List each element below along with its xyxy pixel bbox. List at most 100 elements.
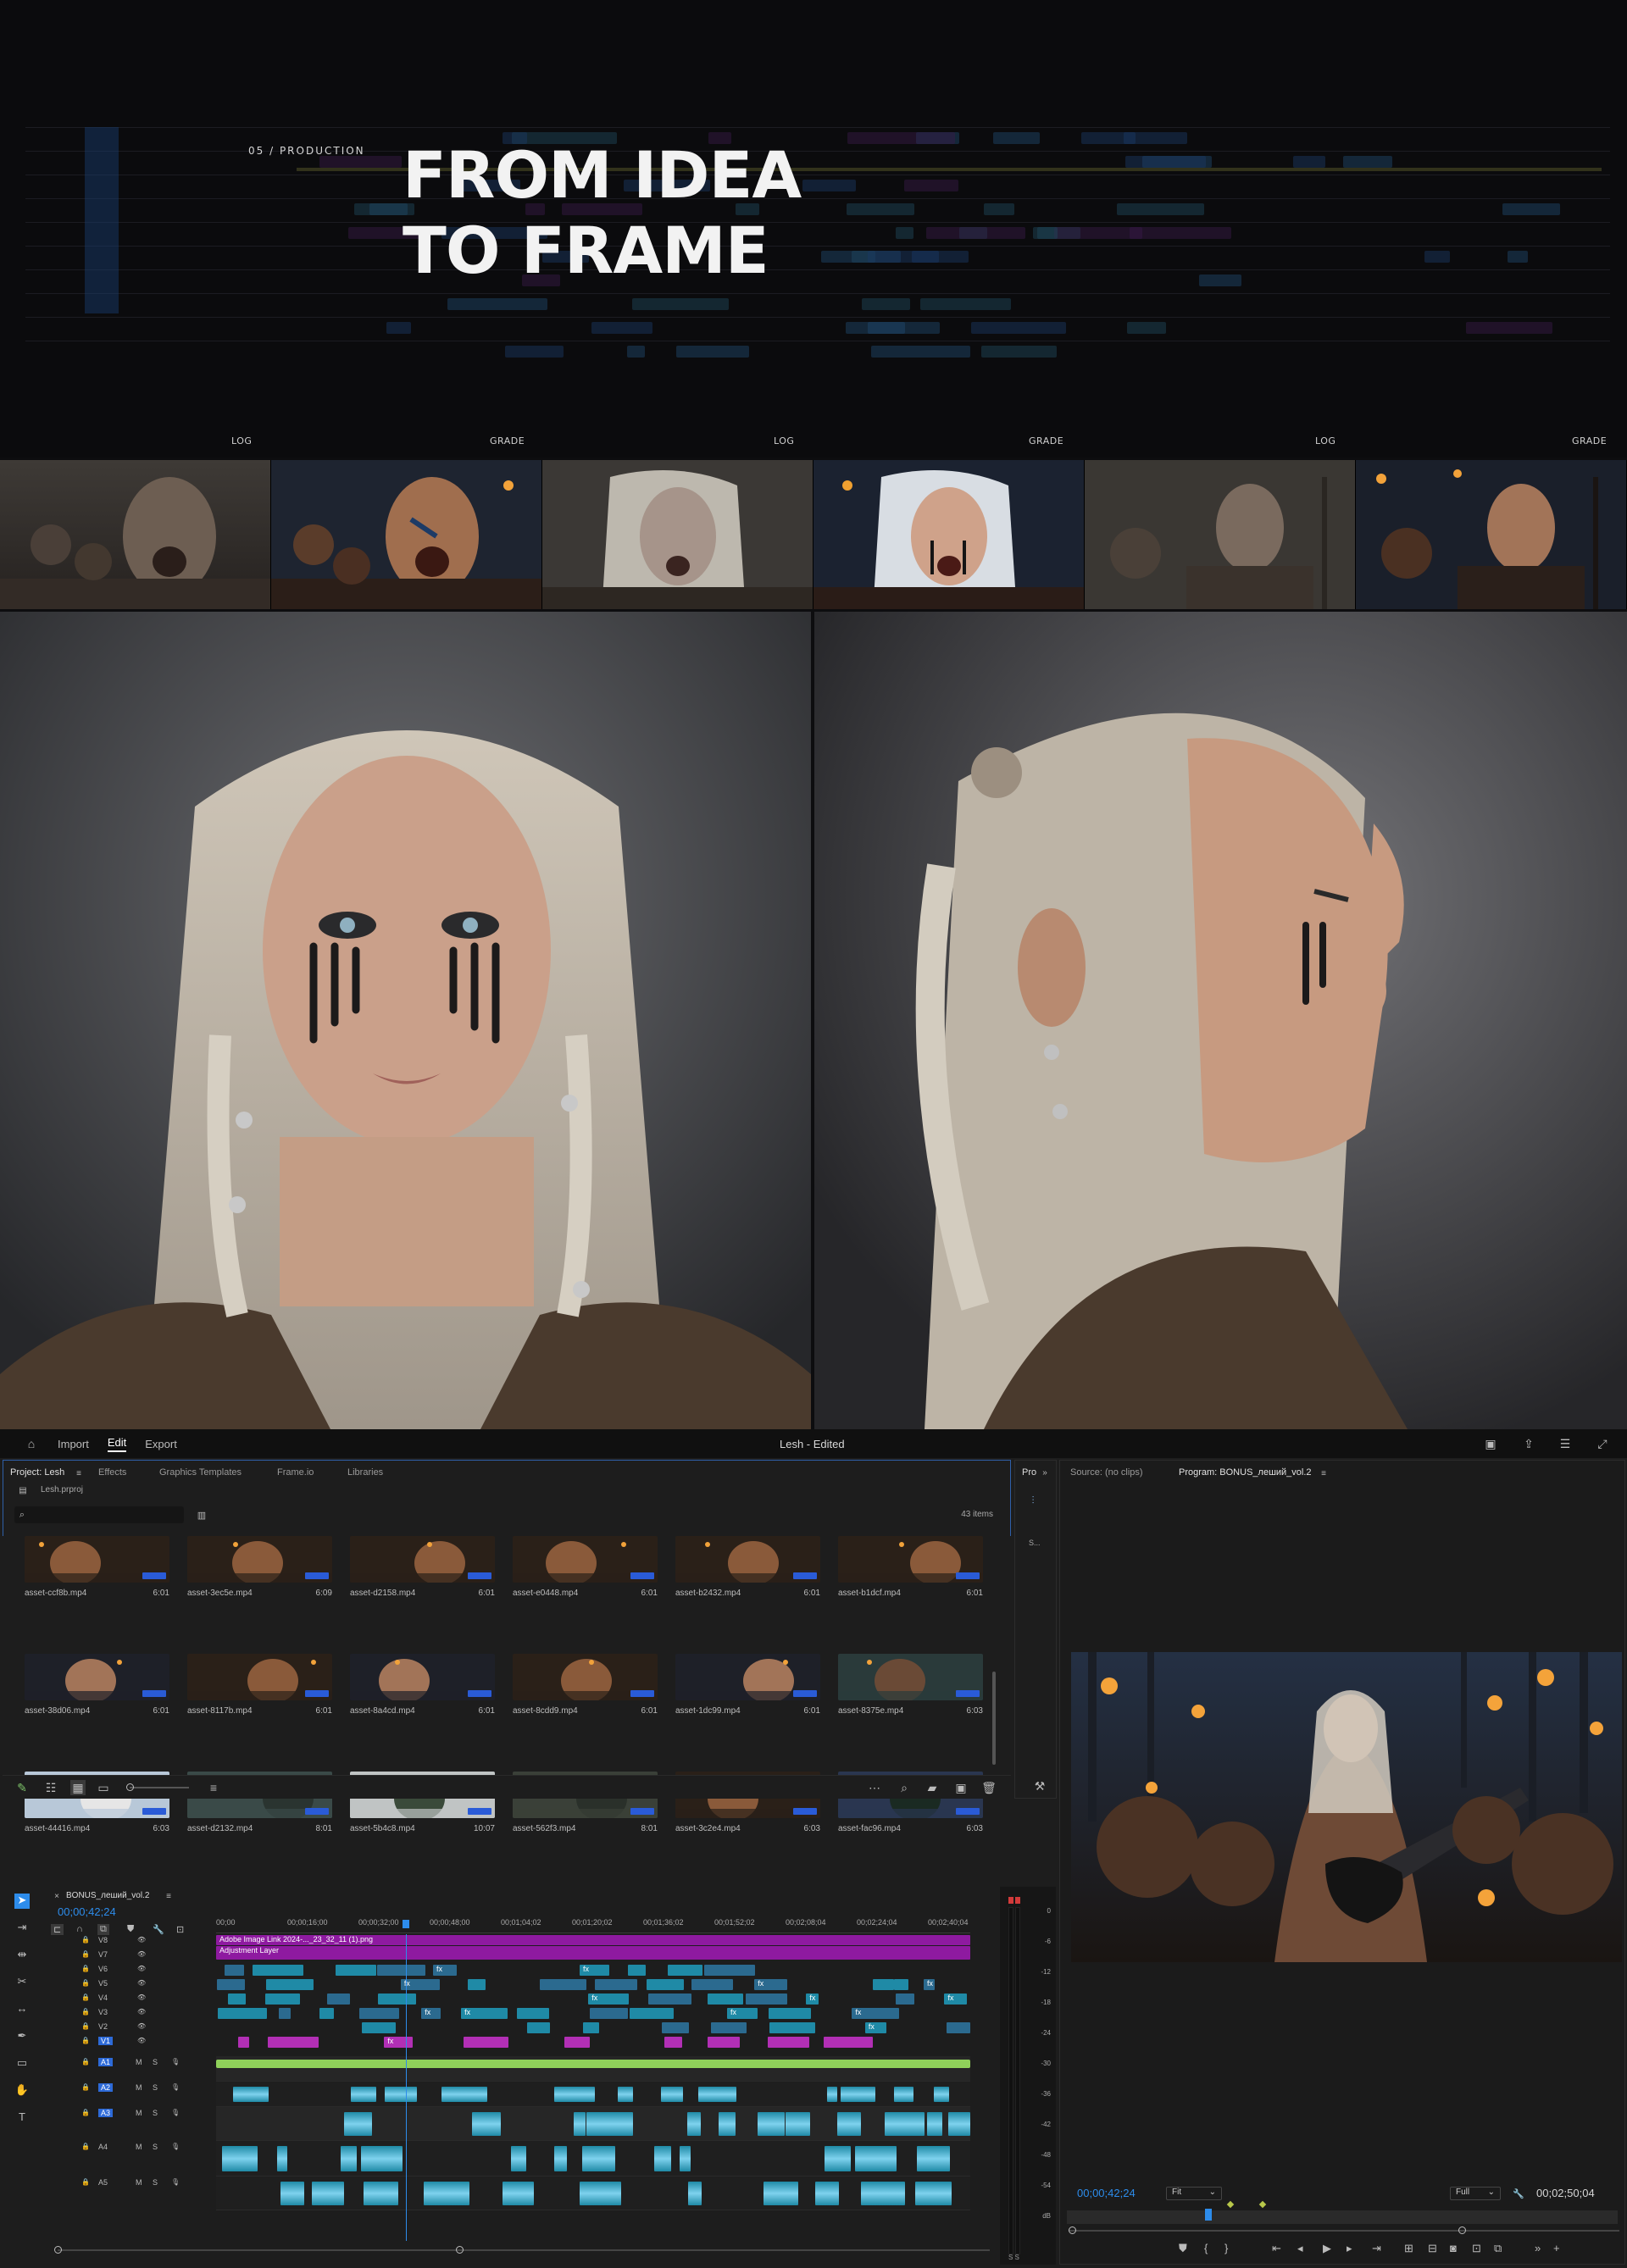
solo-button[interactable]: S [153,2058,158,2066]
track-label-v2[interactable]: V2 [98,2022,108,2031]
share-icon[interactable]: ⇪ [1521,1436,1536,1451]
mute-button[interactable]: M [136,2178,142,2187]
slip-icon[interactable]: ↔ [14,2002,30,2017]
track-label-a2[interactable]: A2 [98,2083,114,2092]
play-icon[interactable]: ▶ [1323,2242,1331,2255]
audio-clip[interactable] [221,2146,258,2171]
timeline-timecode[interactable]: 00;00;42;24 [58,1905,116,1918]
sort-icon[interactable]: ≡ [206,1780,221,1795]
overlay-icon[interactable]: ⧉ [1494,2242,1502,2255]
video-clip[interactable] [661,2022,690,2033]
video-clip[interactable] [564,2037,591,2048]
video-clip[interactable]: fx [944,1994,967,2005]
video-clip[interactable]: fx [421,2008,441,2019]
icon-view-icon[interactable]: ▦ [70,1780,86,1795]
video-clip[interactable] [216,1979,246,1990]
eye-icon[interactable]: 👁 [137,1994,146,2001]
go-to-in-icon[interactable]: ⇤ [1272,2242,1281,2255]
video-clip[interactable] [227,1994,246,2005]
audio-clip[interactable] [654,2146,671,2171]
audio-clip[interactable] [894,2087,913,2102]
video-clip[interactable] [664,2037,683,2048]
image-link-clip[interactable]: Adobe Image Link 2024-..._23_32_11 (1).p… [216,1935,970,1945]
video-clip[interactable] [540,1979,587,1990]
close-sequence-icon[interactable]: × [49,1888,64,1904]
video-clip[interactable] [769,2022,815,2033]
asset-thumbnail[interactable]: asset-1dc99.mp4 6:01 [675,1654,820,1738]
video-clip[interactable] [582,2022,599,2033]
audio-clip[interactable] [860,2182,906,2205]
meter-icon[interactable]: ⫶ [1025,1493,1041,1508]
source-monitor-tab[interactable]: Source: (no clips) [1070,1467,1143,1478]
lock-icon[interactable]: 🔒 [81,2037,90,2044]
track-label-v8[interactable]: V8 [98,1936,108,1944]
video-clip[interactable]: fx [588,1994,630,2005]
asset-thumbnail[interactable]: asset-8117b.mp4 6:01 [187,1654,332,1738]
asset-thumbnail[interactable]: asset-ccf8b.mp4 6:01 [25,1536,169,1621]
track-select-icon[interactable]: ⇥ [14,1921,30,1936]
snap-icon[interactable]: ∩ [76,1924,83,1934]
fit-dropdown[interactable]: Fit ⌄ [1166,2187,1222,2200]
video-clip[interactable] [266,1979,314,1990]
video-clip[interactable] [464,2037,508,2048]
go-to-out-icon[interactable]: ⇥ [1372,2242,1381,2255]
video-clip[interactable] [946,2022,970,2033]
video-clip[interactable] [238,2037,250,2048]
eye-icon[interactable]: 👁 [137,2037,146,2044]
mic-icon[interactable]: 🎙 [171,2109,180,2116]
video-clip[interactable] [358,2008,399,2019]
audio-clip[interactable] [503,2182,534,2205]
marker-icon[interactable] [1226,2200,1235,2209]
solo-button[interactable]: S [153,2109,158,2117]
extract-icon[interactable]: ⊟ [1428,2242,1437,2255]
asset-thumbnail[interactable]: asset-b2432.mp4 6:01 [675,1536,820,1621]
solo-button[interactable]: S [153,2143,158,2151]
video-clip[interactable] [468,1979,486,1990]
tab-libraries[interactable]: Libraries [347,1467,383,1478]
asset-thumbnail[interactable]: asset-d2158.mp4 6:01 [350,1536,495,1621]
asset-thumbnail[interactable]: asset-8375e.mp4 6:03 [838,1654,983,1738]
fullscreen-icon[interactable]: ⤢ [1595,1436,1610,1451]
video-clip[interactable]: fx [384,2037,413,2048]
audio-clip[interactable] [814,2182,840,2205]
audio-clip[interactable] [827,2087,837,2102]
video-clip[interactable]: fx [433,1965,457,1976]
video-clip[interactable] [745,1994,788,2005]
audio-clip[interactable] [660,2087,683,2102]
lock-icon[interactable]: 🔒 [81,2178,90,2186]
trash-icon[interactable]: 🗑 [981,1780,997,1795]
ripple-edit-icon[interactable]: ⇹ [14,1948,30,1963]
audio-clip[interactable] [927,2112,943,2136]
video-clip[interactable] [896,1994,915,2005]
asset-thumbnail[interactable]: asset-8cdd9.mp4 6:01 [513,1654,658,1738]
eye-icon[interactable]: 👁 [137,2022,146,2030]
sequence-menu-icon[interactable]: ≡ [161,1888,176,1904]
program-monitor-tab[interactable]: Program: BONUS_леший_vol.2 [1179,1467,1312,1478]
track-label-a4[interactable]: A4 [98,2143,108,2151]
audio-clip[interactable] [553,2087,595,2102]
audio-clip[interactable] [837,2112,861,2136]
audio-clip[interactable] [441,2087,488,2102]
video-clip[interactable]: fx [461,2008,508,2019]
program-zoom-bar[interactable] [1069,2226,1619,2234]
add-marker-icon[interactable]: ⛊ [1179,2242,1187,2255]
program-mini-timeline[interactable] [1067,2200,1618,2224]
video-clip[interactable]: fx [864,2022,887,2033]
workspace-tab-edit[interactable]: Edit [107,1436,127,1452]
video-clip[interactable] [264,1994,301,2005]
audio-clip[interactable] [233,2087,269,2102]
asset-thumbnail[interactable]: asset-b1dcf.mp4 6:01 [838,1536,983,1621]
tools-icon[interactable]: ⚒ [1032,1778,1047,1794]
eye-icon[interactable]: 👁 [137,1950,146,1958]
lock-icon[interactable]: 🔒 [81,2022,90,2030]
quality-dropdown[interactable]: Full ⌄ [1450,2187,1501,2200]
audio-clip[interactable] [697,2087,737,2102]
mark-out-icon[interactable]: } [1224,2242,1228,2254]
track-label-v5[interactable]: V5 [98,1979,108,1988]
program-playhead[interactable] [1204,2209,1212,2221]
project-scrollbar[interactable] [992,1672,996,1765]
lock-icon[interactable]: 🔒 [81,1936,90,1944]
tab-pro[interactable]: Pro [1022,1467,1036,1478]
type-icon[interactable]: T [14,2110,30,2126]
lock-icon[interactable]: 🔒 [81,2083,90,2091]
